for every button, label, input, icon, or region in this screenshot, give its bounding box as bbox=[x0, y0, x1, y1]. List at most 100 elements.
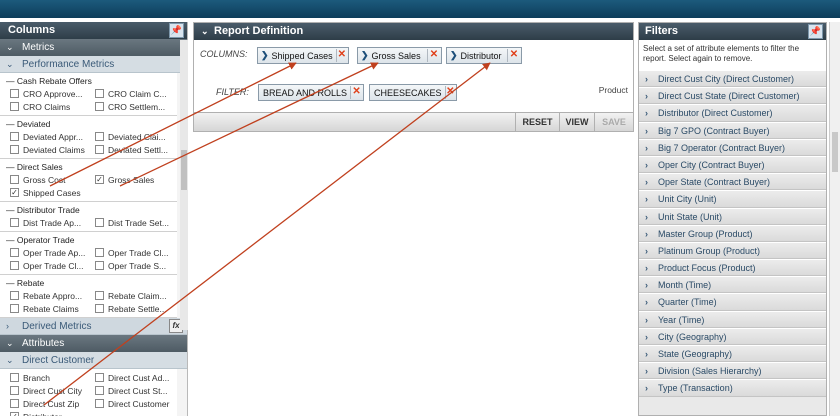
filter-item-product-focus-product[interactable]: › Product Focus (Product) bbox=[639, 259, 826, 277]
checkbox-item[interactable]: Direct Customer bbox=[91, 399, 176, 409]
checkbox[interactable] bbox=[95, 102, 104, 111]
group-header[interactable]: — Deviated bbox=[6, 118, 177, 130]
checkbox-item[interactable]: Deviated Settl... bbox=[91, 145, 176, 155]
filter-item-platinum-group-product[interactable]: › Platinum Group (Product) bbox=[639, 241, 826, 260]
checkbox-checked[interactable]: ✓ bbox=[95, 175, 104, 184]
checkbox-item[interactable]: Dist Trade Set... bbox=[91, 218, 176, 228]
checkbox[interactable] bbox=[95, 261, 104, 270]
checkbox-item[interactable]: ✓ Shipped Cases bbox=[6, 188, 91, 198]
checkbox[interactable] bbox=[10, 248, 19, 257]
checkbox-item[interactable]: Oper Trade Ap... bbox=[6, 248, 91, 258]
derived-metrics-section[interactable]: › Derived Metrics fx bbox=[0, 318, 187, 335]
filter-item-direct-cust-city-direct-customer[interactable]: › Direct Cust City (Direct Customer) bbox=[639, 70, 826, 88]
remove-icon[interactable]: ✕ bbox=[507, 49, 520, 62]
checkbox[interactable] bbox=[95, 373, 104, 382]
checkbox-item[interactable]: CRO Claims bbox=[6, 102, 91, 112]
checkbox-item[interactable]: Rebate Claim... bbox=[91, 291, 176, 301]
checkbox[interactable] bbox=[10, 132, 19, 141]
checkbox-item[interactable]: CRO Claim C... bbox=[91, 89, 176, 99]
checkbox-item[interactable]: ✓ Gross Sales bbox=[91, 175, 176, 185]
chevron-right-icon[interactable]: ❯ bbox=[361, 50, 369, 61]
filter-item-type-transaction[interactable]: › Type (Transaction) bbox=[639, 379, 826, 397]
attributes-section[interactable]: ⌄ Attributes bbox=[0, 335, 187, 352]
checkbox-item[interactable]: Oper Trade Cl... bbox=[91, 248, 176, 258]
pin-icon[interactable]: 📌 bbox=[169, 23, 184, 38]
checkbox-item[interactable]: Deviated Appr... bbox=[6, 132, 91, 142]
filter-item-unit-state-unit[interactable]: › Unit State (Unit) bbox=[639, 207, 826, 225]
remove-icon[interactable]: ✕ bbox=[335, 49, 347, 62]
checkbox-item[interactable]: Direct Cust St... bbox=[91, 386, 176, 396]
filter-item-distributor-direct-customer[interactable]: › Distributor (Direct Customer) bbox=[639, 104, 826, 122]
view-button[interactable]: VIEW bbox=[559, 113, 594, 131]
remove-icon[interactable]: ✕ bbox=[350, 86, 362, 99]
checkbox[interactable] bbox=[10, 89, 19, 98]
filter-item-big-7-gpo-contract-buyer[interactable]: › Big 7 GPO (Contract Buyer) bbox=[639, 121, 826, 139]
checkbox[interactable] bbox=[10, 291, 19, 300]
checkbox[interactable] bbox=[10, 145, 19, 154]
remove-icon[interactable]: ✕ bbox=[427, 49, 440, 62]
checkbox[interactable] bbox=[95, 89, 104, 98]
chip-bread-and-rolls[interactable]: BREAD AND ROLLS ✕ bbox=[258, 84, 364, 101]
checkbox-item[interactable]: Deviated Claims bbox=[6, 145, 91, 155]
checkbox[interactable] bbox=[10, 175, 19, 184]
checkbox[interactable] bbox=[95, 291, 104, 300]
performance-metrics-section[interactable]: ⌄ Performance Metrics bbox=[0, 56, 187, 73]
checkbox[interactable] bbox=[10, 102, 19, 111]
group-header[interactable]: — Direct Sales bbox=[6, 161, 177, 173]
checkbox-item[interactable]: Oper Trade S... bbox=[91, 261, 176, 271]
checkbox-item[interactable]: Rebate Claims bbox=[6, 304, 91, 314]
checkbox-item[interactable]: Direct Cust Zip bbox=[6, 399, 91, 409]
checkbox[interactable] bbox=[95, 218, 104, 227]
checkbox[interactable] bbox=[95, 132, 104, 141]
chip-gross-sales[interactable]: ❯ Gross Sales ✕ bbox=[357, 47, 442, 64]
checkbox[interactable] bbox=[10, 218, 19, 227]
checkbox[interactable] bbox=[95, 145, 104, 154]
checkbox-item[interactable]: Deviated Clai... bbox=[91, 132, 176, 142]
filter-item-quarter-time[interactable]: › Quarter (Time) bbox=[639, 293, 826, 311]
checkbox-item[interactable]: ✓ Distributor bbox=[6, 412, 91, 416]
checkbox-item[interactable]: CRO Approve... bbox=[6, 89, 91, 99]
filter-item-division-sales-hierarchy[interactable]: › Division (Sales Hierarchy) bbox=[639, 362, 826, 380]
checkbox-checked[interactable]: ✓ bbox=[10, 188, 19, 197]
checkbox-item[interactable]: Rebate Settle... bbox=[91, 304, 176, 314]
checkbox[interactable] bbox=[95, 248, 104, 257]
filter-item-unit-city-unit[interactable]: › Unit City (Unit) bbox=[639, 190, 826, 208]
checkbox[interactable] bbox=[95, 304, 104, 313]
checkbox[interactable] bbox=[10, 399, 19, 408]
columns-scroll-thumb[interactable] bbox=[181, 150, 187, 190]
filter-item-oper-state-contract-buyer[interactable]: › Oper State (Contract Buyer) bbox=[639, 173, 826, 191]
checkbox-item[interactable]: Rebate Appro... bbox=[6, 291, 91, 301]
filter-item-city-geography[interactable]: › City (Geography) bbox=[639, 327, 826, 345]
group-header[interactable]: — Distributor Trade bbox=[6, 204, 177, 216]
checkbox-checked[interactable]: ✓ bbox=[10, 412, 19, 416]
checkbox-item[interactable]: Branch bbox=[6, 373, 91, 383]
reset-button[interactable]: RESET bbox=[515, 113, 559, 131]
checkbox[interactable] bbox=[10, 261, 19, 270]
filter-item-state-geography[interactable]: › State (Geography) bbox=[639, 345, 826, 363]
save-button[interactable]: SAVE bbox=[594, 113, 633, 131]
filter-item-oper-city-contract-buyer[interactable]: › Oper City (Contract Buyer) bbox=[639, 155, 826, 174]
chip-distributor[interactable]: ❯ Distributor ✕ bbox=[446, 47, 522, 64]
filter-item-big-7-operator-contract-buyer[interactable]: › Big 7 Operator (Contract Buyer) bbox=[639, 138, 826, 156]
remove-icon[interactable]: ✕ bbox=[444, 86, 455, 99]
checkbox[interactable] bbox=[10, 386, 19, 395]
checkbox[interactable] bbox=[10, 304, 19, 313]
group-header[interactable]: — Rebate bbox=[6, 277, 177, 289]
chip-cheesecakes[interactable]: CHEESECAKES ✕ bbox=[369, 84, 457, 101]
checkbox-item[interactable]: Direct Cust City bbox=[6, 386, 91, 396]
pin-icon[interactable]: 📌 bbox=[808, 24, 823, 39]
chip-shipped-cases[interactable]: ❯ Shipped Cases ✕ bbox=[257, 47, 349, 64]
checkbox[interactable] bbox=[95, 399, 104, 408]
chevron-right-icon[interactable]: ❯ bbox=[261, 50, 269, 61]
filter-item-master-group-product[interactable]: › Master Group (Product) bbox=[639, 224, 826, 242]
checkbox[interactable] bbox=[95, 386, 104, 395]
checkbox-item[interactable]: Gross Cost bbox=[6, 175, 91, 185]
filter-item-month-time[interactable]: › Month (Time) bbox=[639, 276, 826, 294]
checkbox[interactable] bbox=[10, 373, 19, 382]
direct-customer-section[interactable]: ⌄ Direct Customer bbox=[0, 352, 187, 369]
filter-item-year-time[interactable]: › Year (Time) bbox=[639, 310, 826, 328]
chevron-right-icon[interactable]: ❯ bbox=[450, 50, 458, 61]
group-header[interactable]: — Operator Trade bbox=[6, 234, 177, 246]
page-scrollbar[interactable] bbox=[829, 22, 840, 416]
group-header[interactable]: — Cash Rebate Offers bbox=[6, 75, 177, 87]
